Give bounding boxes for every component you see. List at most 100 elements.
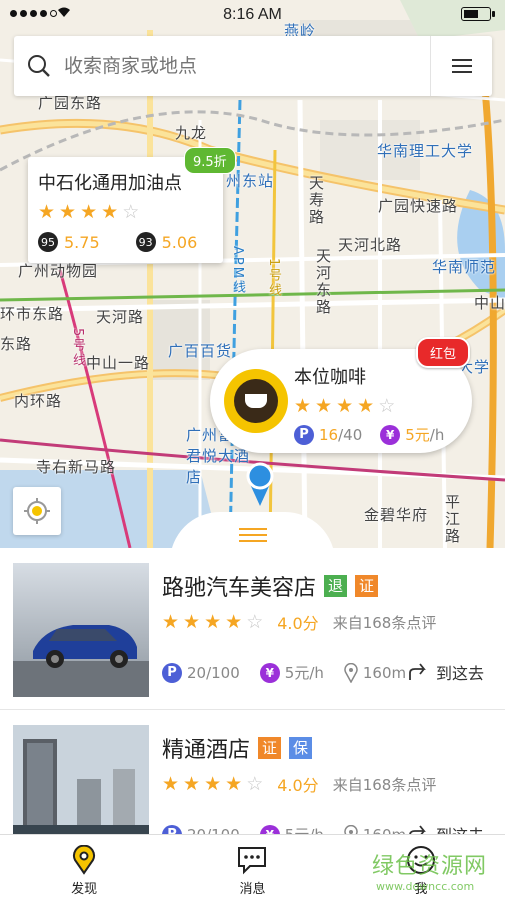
- red-envelope-badge[interactable]: 红包: [416, 337, 471, 368]
- map-label: 华南师范: [432, 258, 497, 276]
- cafe-logo: [224, 369, 288, 433]
- tab-label: 消息: [239, 882, 266, 897]
- star-icon: ★: [204, 772, 222, 795]
- map-label: 1号线: [266, 258, 281, 299]
- map-label: 5号线: [70, 328, 85, 369]
- map-view[interactable]: 燕岭 广园东路 九龙 华南理工大学 州东站 广园快速路 天寿路 天河北路 天河东…: [0, 0, 505, 548]
- distance-pin-icon: [344, 662, 358, 683]
- parking-count: 20/100: [187, 826, 240, 835]
- distance: 160m: [362, 663, 407, 682]
- star-icon: ★: [294, 395, 312, 417]
- star-icon: ★: [336, 395, 354, 417]
- fuel-95-badge: 95: [38, 232, 58, 252]
- star-icon: ★: [315, 395, 333, 417]
- map-label: 州东站: [226, 172, 275, 190]
- parking-price: 5元/h: [284, 664, 324, 682]
- rating-score: 4.0分: [277, 776, 319, 795]
- cafe-price-unit: /h: [429, 425, 445, 444]
- tab-label: 发现: [71, 882, 98, 897]
- cafe-parking-info: P 16/40 ¥ 5元/h: [294, 424, 472, 445]
- fuel-93-price: 5.06: [161, 232, 198, 252]
- star-empty-icon: ☆: [246, 610, 264, 633]
- parking-icon: P: [294, 424, 314, 445]
- drag-handle-icon: [238, 528, 267, 548]
- map-label: 东路: [0, 335, 33, 353]
- star-empty-icon: ☆: [378, 395, 396, 417]
- business-meta: P 20/100 ¥ 5元/h 160m: [162, 662, 406, 683]
- distance-pin-icon: [344, 824, 358, 834]
- map-label: 环市东路: [0, 305, 65, 323]
- star-icon: ★: [225, 610, 243, 633]
- star-rating: ★ ★ ★ ★ ☆: [38, 203, 213, 222]
- star-empty-icon: ☆: [246, 772, 264, 795]
- star-icon: ★: [225, 772, 243, 795]
- business-title: 路驰汽车美容店 退 证: [162, 570, 379, 602]
- user-location-pin-icon: [246, 462, 274, 506]
- star-icon: ★: [59, 201, 77, 223]
- certified-tag: 证: [355, 575, 379, 597]
- menu-button[interactable]: [430, 36, 492, 96]
- parking-used: 16: [319, 425, 339, 444]
- navigate-button[interactable]: 到这去: [408, 660, 484, 684]
- status-bar: 8:16 AM: [0, 0, 505, 30]
- star-icon: ★: [183, 772, 201, 795]
- gas-station-name: 中石化通用加油点: [38, 173, 182, 194]
- battery-icon: [461, 7, 495, 21]
- crosshair-icon: [24, 498, 50, 524]
- list-item[interactable]: 精通酒店 证 保 ★ ★ ★ ★ ☆ 4.0分 来自168条点评 P 20/10…: [0, 710, 505, 834]
- map-label: 九龙: [175, 124, 208, 142]
- chat-bubble-icon: [238, 847, 267, 875]
- map-label: 金碧华府: [364, 506, 429, 524]
- tab-messages[interactable]: 消息: [168, 835, 336, 900]
- star-empty-icon: ☆: [122, 201, 140, 223]
- map-label: APM线: [230, 246, 245, 295]
- rating-score: 4.0分: [277, 614, 319, 633]
- star-icon: ★: [183, 610, 201, 633]
- fuel-prices: 95 5.75 93 5.06: [38, 232, 213, 252]
- tab-discover[interactable]: 发现: [0, 835, 168, 900]
- map-label: 华南理工大学: [377, 142, 474, 160]
- map-label: 平江路: [443, 494, 461, 545]
- navigate-label: 到这去: [436, 664, 485, 683]
- map-label: 内环路: [14, 392, 63, 410]
- locate-me-button[interactable]: [13, 487, 61, 535]
- yen-icon: ¥: [259, 662, 280, 683]
- yen-icon: ¥: [259, 824, 280, 834]
- tab-label: 我: [414, 882, 428, 897]
- fuel-95-price: 5.75: [64, 232, 100, 252]
- business-title: 精通酒店 证 保: [162, 732, 313, 764]
- star-icon: ★: [80, 201, 98, 223]
- search-icon[interactable]: [14, 36, 64, 96]
- location-pin-icon: [73, 845, 96, 875]
- star-icon: ★: [204, 610, 222, 633]
- search-bar: [14, 36, 492, 96]
- navigate-label: 到这去: [436, 822, 484, 834]
- fuel-93-badge: 93: [135, 232, 156, 252]
- star-icon: ★: [162, 610, 180, 633]
- refund-tag: 退: [324, 575, 348, 597]
- map-label: 寺右新马路: [36, 458, 117, 476]
- hamburger-menu-icon: [451, 59, 472, 73]
- business-photo-hotel: [13, 725, 149, 834]
- share-arrow-icon: [409, 825, 426, 834]
- star-icon: ★: [38, 201, 56, 223]
- star-icon: ★: [101, 201, 119, 223]
- star-rating: ★ ★ ★ ★ ☆: [294, 397, 472, 416]
- list-item[interactable]: 路驰汽车美容店 退 证 ★ ★ ★ ★ ☆ 4.0分 来自168条点评 P 20…: [0, 548, 505, 710]
- tab-me[interactable]: 我: [337, 835, 505, 900]
- map-label: 天河北路: [338, 236, 403, 254]
- business-meta: P 20/100 ¥ 5元/h 160m: [162, 824, 406, 834]
- parking-count: 20/100: [187, 663, 240, 682]
- parking-price: 5元/h: [285, 824, 324, 834]
- search-input[interactable]: [64, 55, 430, 77]
- certified-tag: 证: [258, 737, 282, 759]
- cafe-price: 5元: [405, 426, 430, 444]
- business-name: 路驰汽车美容店: [162, 576, 317, 601]
- navigate-button[interactable]: 到这去: [408, 822, 484, 834]
- map-label: 中山一路: [86, 354, 151, 372]
- share-arrow-icon: [409, 663, 426, 680]
- star-icon: ★: [357, 395, 375, 417]
- business-rating: ★ ★ ★ ★ ☆ 4.0分 来自168条点评: [162, 610, 436, 634]
- status-time: 8:16 AM: [223, 6, 282, 23]
- business-list[interactable]: 路驰汽车美容店 退 证 ★ ★ ★ ★ ☆ 4.0分 来自168条点评 P 20…: [0, 548, 505, 834]
